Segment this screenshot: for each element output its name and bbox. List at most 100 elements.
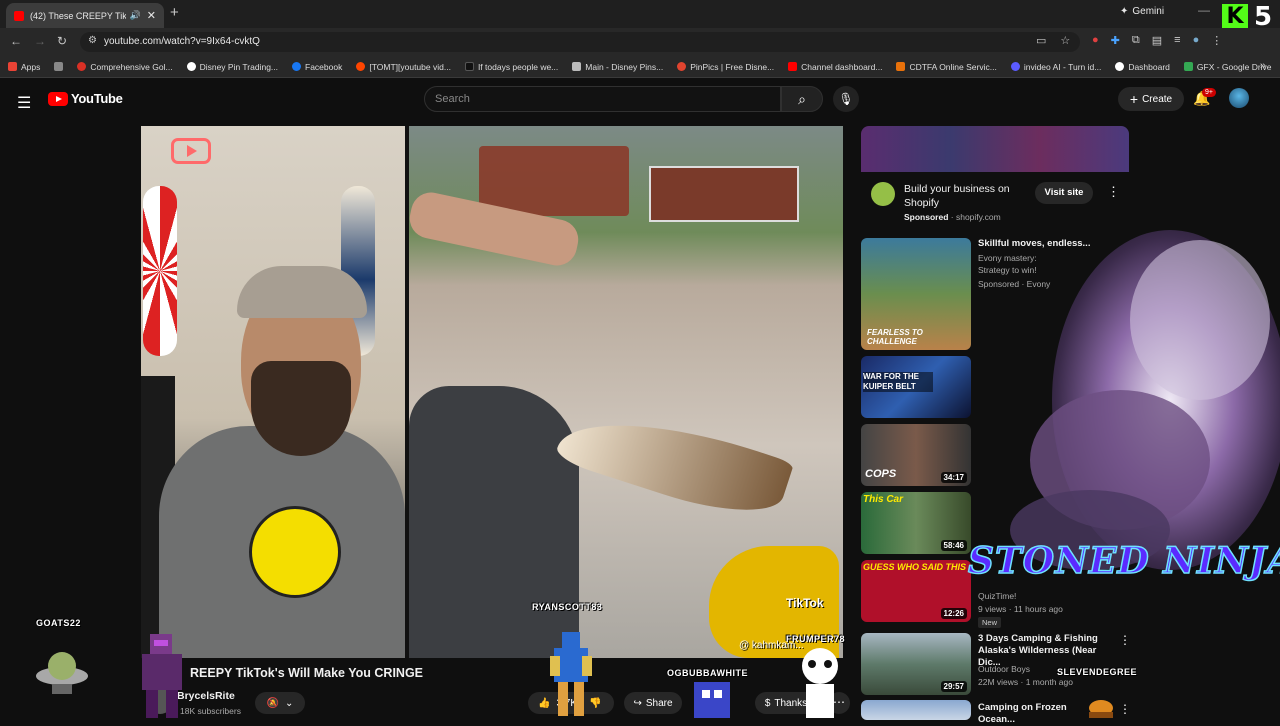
recommendation-item[interactable]: 29:57 3 Days Camping & Fishing Alaska's … <box>861 633 1279 695</box>
video-duration: 34:17 <box>940 472 967 483</box>
thumbnail-caption: COPS <box>865 468 897 480</box>
viewer-name-overlay: SLEVENDEGREE <box>1057 667 1138 677</box>
plus-icon: + <box>1129 91 1139 107</box>
hamburger-menu-icon[interactable]: ☰ <box>17 93 31 113</box>
bookmarks-overflow-icon[interactable]: » <box>1260 60 1266 72</box>
extensions-puzzle-icon[interactable]: ⧉ <box>1132 34 1140 47</box>
ad-domain: shopify.com <box>955 212 1001 222</box>
recommendation-item[interactable]: Camping on Frozen Ocean... ⋮ <box>861 700 1279 725</box>
youtube-favicon-icon <box>14 10 24 21</box>
superhero-sprite-icon <box>550 632 592 716</box>
bookmark-favicon-icon <box>1115 62 1125 71</box>
bookmark-item[interactable]: PinPics | Free Disne... <box>677 62 774 72</box>
extension-blue-icon[interactable]: ✚ <box>1111 34 1120 47</box>
minimize-button[interactable]: — <box>1198 3 1210 17</box>
reddit-icon <box>356 62 366 71</box>
riverboat <box>649 166 799 222</box>
recommendation-menu-icon[interactable]: ⋮ <box>1119 633 1131 647</box>
bookmark-item[interactable]: [TOMT][youtube vid... <box>356 62 451 72</box>
ad-menu-icon[interactable]: ⋮ <box>1107 184 1120 200</box>
site-info-icon[interactable]: ⚙ <box>88 35 97 46</box>
video-duration: 12:26 <box>940 608 967 619</box>
video-player[interactable]: TikTok @ kahmkam... <box>141 126 843 658</box>
bookmark-label: Main - Disney Pins... <box>585 61 664 72</box>
neon-youtube-sign-icon <box>171 138 211 164</box>
bookmark-favicon-icon <box>572 62 582 71</box>
bookmark-label: Apps <box>21 61 41 72</box>
bell-off-icon: 🔕 <box>266 697 280 709</box>
cast-icon[interactable]: ▭ <box>1036 34 1046 47</box>
tiktok-icon <box>464 62 474 71</box>
tab-close-icon[interactable]: ✕ <box>147 9 156 22</box>
create-button[interactable]: + Create <box>1118 87 1184 111</box>
back-icon[interactable]: ← <box>10 34 22 48</box>
bookmark-item[interactable]: Main - Disney Pins... <box>572 62 663 72</box>
recommendation-menu-icon[interactable]: ⋮ <box>1119 702 1131 716</box>
webcam-pane <box>141 126 405 658</box>
invideo-icon <box>1010 62 1020 71</box>
tiktok-clip-pane <box>406 126 843 658</box>
recommendation-thumbnail[interactable]: WAR FOR THE KUIPER BELT <box>861 356 971 418</box>
recommendation-thumbnail[interactable]: This Car 58:46 <box>861 492 971 554</box>
recommendation-thumbnail[interactable]: COPS 34:17 <box>861 424 971 486</box>
bookmark-item[interactable]: CDTFA Online Servic... <box>896 61 997 72</box>
bookmark-favicon-icon <box>896 62 906 71</box>
browser-menu-icon[interactable]: ⋮ <box>1211 34 1222 47</box>
bookmark-item[interactable]: GFX - Google Drive <box>1183 62 1272 72</box>
viewer-name-overlay: GOATS22 <box>36 618 81 628</box>
recommendation-thumbnail[interactable] <box>861 700 971 720</box>
profile-icon[interactable]: ● <box>1193 34 1200 47</box>
bookmark-item[interactable]: If todays people we... <box>464 62 558 72</box>
bookmark-item[interactable]: Comprehensive Gol... <box>77 62 173 72</box>
bookmark-item[interactable]: Facebook <box>292 62 342 72</box>
bookmarks-bar: Apps Comprehensive Gol... Disney Pin Tra… <box>0 56 1280 78</box>
bookmark-label: CDTFA Online Servic... <box>909 61 997 72</box>
thanks-dollar-icon: $ <box>764 697 771 709</box>
ad-banner-image[interactable] <box>861 126 1129 172</box>
bookmark-grid[interactable] <box>54 62 64 71</box>
speaker-icon[interactable]: 🔊 <box>130 10 141 21</box>
smiley-shirt-logo <box>249 506 341 598</box>
reload-icon[interactable]: ↻ <box>57 34 67 48</box>
bookmark-item[interactable]: Dashboard <box>1115 62 1170 72</box>
share-button[interactable]: ↪ Share <box>624 692 682 714</box>
share-arrow-icon: ↪ <box>633 697 642 709</box>
search-button[interactable]: ⌕ <box>781 86 823 112</box>
recommendation-thumbnail[interactable]: GUESS WHO SAID THIS 12:26 <box>861 560 971 622</box>
account-avatar[interactable] <box>1229 88 1249 108</box>
recommendation-thumbnail[interactable]: 29:57 <box>861 633 971 695</box>
gemini-button[interactable]: ✦ Gemini <box>1120 6 1164 17</box>
url-text[interactable]: youtube.com/watch?v=9Ix64-cvktQ <box>104 36 260 47</box>
gemini-label: Gemini <box>1132 6 1165 17</box>
bookmark-star-icon[interactable]: ☆ <box>1060 34 1070 47</box>
browser-tab[interactable]: (42) These CREEPY TikTok's 🔊 ✕ <box>6 3 164 28</box>
media-control-icon[interactable]: ≡ <box>1174 34 1180 47</box>
bookmark-label: Channel dashboard... <box>801 61 883 72</box>
bookmark-label: [TOMT][youtube vid... <box>369 61 451 72</box>
bookmark-label: Disney Pin Trading... <box>199 61 279 72</box>
recommendation-channel: Outdoor Boys <box>978 664 1030 674</box>
voice-search-button[interactable]: 🎙 <box>833 86 859 112</box>
search-input[interactable]: Search <box>424 86 781 112</box>
sidepanel-icon[interactable]: ▤ <box>1152 34 1162 47</box>
skateboard-deck <box>143 186 177 356</box>
youtube-logo[interactable]: YouTube <box>48 91 123 106</box>
bookmark-label: invideo AI - Turn id... <box>1023 61 1102 72</box>
apps-grid-icon <box>8 62 17 71</box>
gemini-icon: ✦ <box>1120 6 1129 17</box>
bookmark-apps[interactable]: Apps <box>8 62 40 72</box>
subscribed-button[interactable]: 🔕 ⌄ <box>255 692 305 714</box>
recommendation-thumbnail[interactable]: FEARLESS TO CHALLENGE <box>861 238 971 350</box>
bookmark-item[interactable]: invideo AI - Turn id... <box>1010 61 1102 72</box>
thumbnail-caption: WAR FOR THE KUIPER BELT <box>863 372 933 392</box>
youtube-wordmark: YouTube <box>71 91 123 106</box>
recommendation-title[interactable]: Camping on Frozen Ocean... <box>978 702 1106 726</box>
extension-red-icon[interactable]: ● <box>1092 34 1099 47</box>
bookmark-item[interactable]: Disney Pin Trading... <box>186 61 279 72</box>
forward-icon[interactable]: → <box>34 34 46 48</box>
chevron-down-icon: ⌄ <box>285 697 294 709</box>
create-label: Create <box>1142 93 1173 105</box>
bookmark-item[interactable]: Channel dashboard... <box>788 62 882 72</box>
new-tab-button[interactable]: + <box>170 4 179 21</box>
burger-sprite-icon <box>1089 700 1113 718</box>
